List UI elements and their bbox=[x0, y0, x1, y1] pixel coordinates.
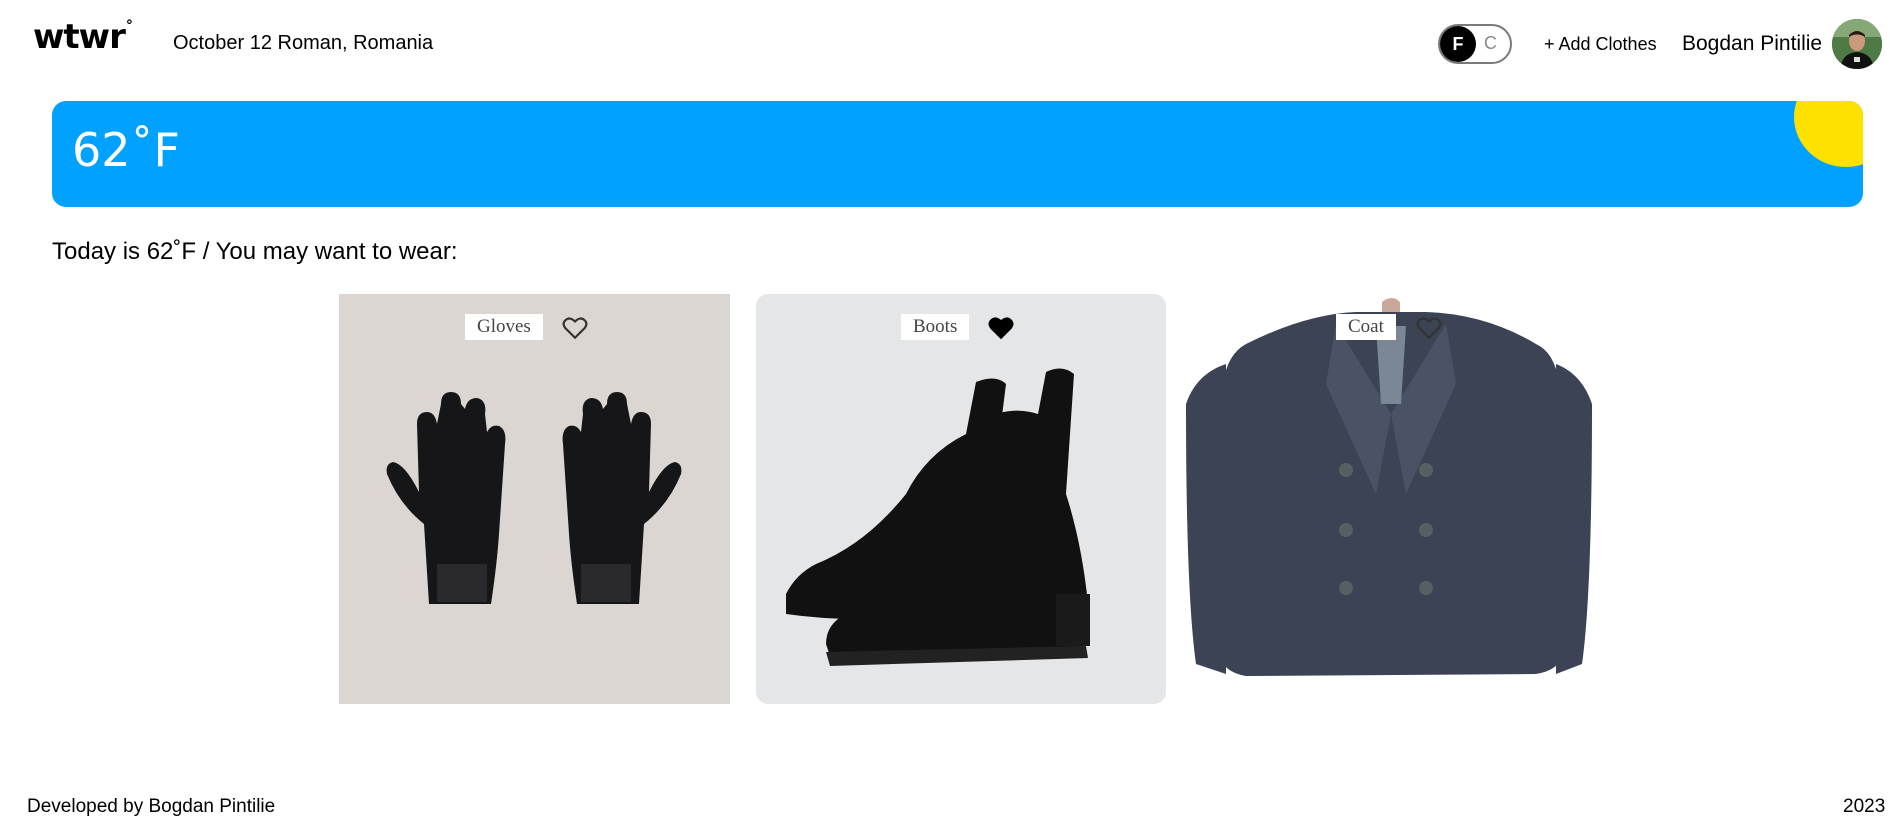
item-card-gloves[interactable]: Gloves bbox=[339, 294, 730, 704]
heart-outline-icon[interactable] bbox=[1416, 316, 1442, 340]
temperature-unit-toggle[interactable]: F C bbox=[1438, 24, 1512, 64]
boots-label-row: Boots bbox=[756, 314, 1166, 342]
toggle-option-f[interactable]: F bbox=[1440, 26, 1476, 62]
date-location: October 12 Roman, Romania bbox=[173, 32, 434, 54]
item-name-boots: Boots bbox=[901, 314, 970, 340]
gloves-image bbox=[386, 392, 682, 604]
sun-icon bbox=[1794, 101, 1863, 167]
logo-mark: ° bbox=[125, 17, 133, 34]
footer-year: 2023 bbox=[1843, 796, 1886, 817]
header: wtwr° October 12 Roman, Romania F C + Ad… bbox=[0, 0, 1901, 88]
footer-credit: Developed by Bogdan Pintilie bbox=[27, 796, 276, 817]
heart-outline-icon[interactable] bbox=[562, 316, 588, 340]
avatar[interactable] bbox=[1832, 19, 1882, 69]
heart-filled-icon[interactable] bbox=[988, 316, 1014, 340]
add-clothes-button[interactable]: + Add Clothes bbox=[1544, 34, 1657, 55]
coat-label-row: Coat bbox=[1186, 314, 1592, 342]
coat-image bbox=[1186, 298, 1592, 676]
item-card-boots[interactable]: Boots bbox=[756, 294, 1166, 704]
item-name-gloves: Gloves bbox=[465, 314, 543, 340]
weather-card: 62˚F bbox=[52, 101, 1863, 207]
gloves-label-row: Gloves bbox=[339, 314, 730, 342]
logo[interactable]: wtwr° bbox=[33, 17, 133, 57]
item-name-coat: Coat bbox=[1336, 314, 1396, 340]
boots-image bbox=[786, 368, 1090, 666]
recommendation-text: Today is 62˚F / You may want to wear: bbox=[52, 238, 458, 265]
item-card-coat[interactable]: Coat bbox=[1186, 294, 1592, 704]
user-name: Bogdan Pintilie bbox=[1682, 32, 1823, 55]
logo-text: wtwr bbox=[33, 17, 126, 57]
avatar-image bbox=[1832, 19, 1882, 69]
weather-temperature: 62˚F bbox=[72, 123, 180, 177]
toggle-option-c[interactable]: C bbox=[1484, 33, 1497, 54]
